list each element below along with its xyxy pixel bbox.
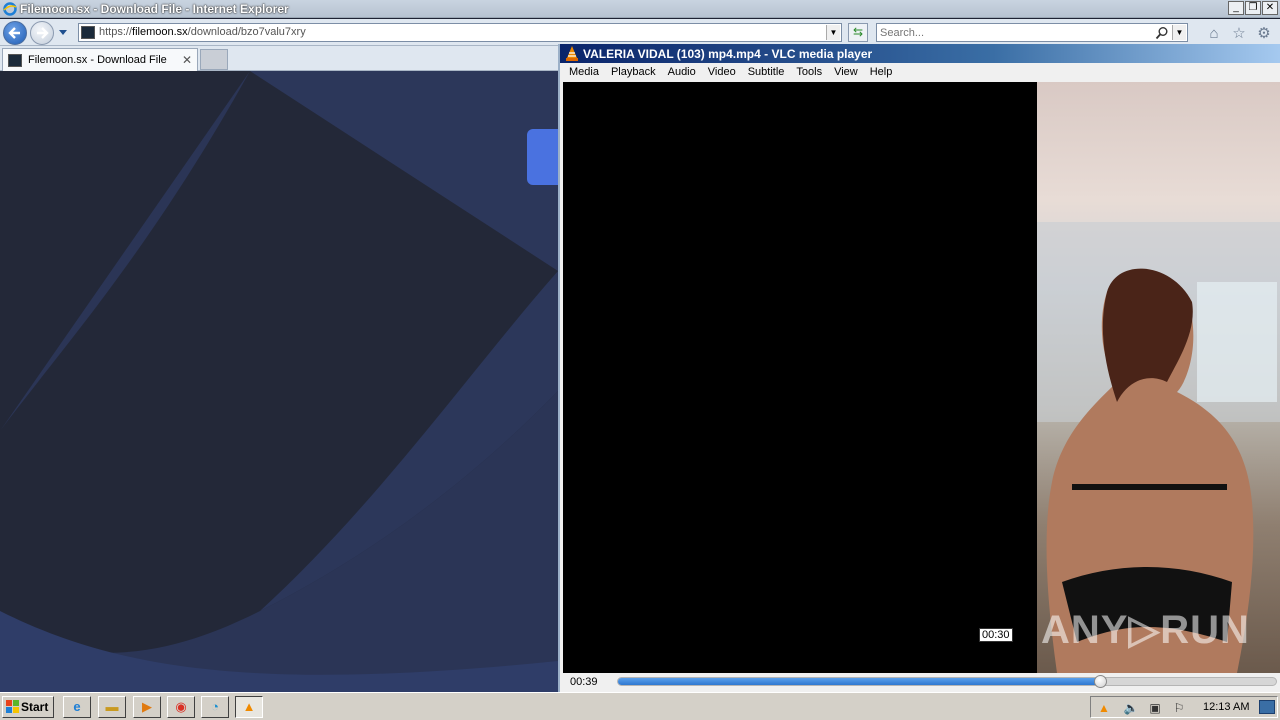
tray-volume-icon[interactable]: 🔈	[1123, 700, 1139, 716]
menu-subtitle[interactable]: Subtitle	[742, 63, 791, 82]
restore-button[interactable]: ❐	[1245, 1, 1261, 15]
search-box[interactable]: ▼	[876, 23, 1188, 42]
address-bar[interactable]: https://filemoon.sx/download/bzo7valu7xr…	[78, 23, 842, 42]
search-input[interactable]	[880, 25, 1160, 40]
minimize-button[interactable]: _	[1228, 1, 1244, 15]
start-button[interactable]: Start	[2, 696, 54, 718]
vlc-controls: 00:39	[560, 673, 1280, 692]
seek-bar-fill	[618, 678, 1101, 685]
taskbar-internet-explorer-icon[interactable]: e	[63, 696, 91, 718]
ie-tab-bar: Filemoon.sx - Download File ✕	[0, 46, 560, 71]
tools-gear-icon[interactable]: ⚙	[1255, 25, 1273, 43]
taskbar-clock[interactable]: 12:13 AM	[1203, 701, 1249, 713]
page-content	[0, 71, 558, 692]
vlc-cone-icon	[566, 46, 578, 61]
taskbar-media-player-icon[interactable]: ▶	[133, 696, 161, 718]
vlc-title-bar: VALERIA VIDAL (103) mp4.mp4 - VLC media …	[560, 44, 1280, 63]
back-arrow-icon	[8, 27, 20, 39]
taskbar-edge-icon[interactable]: ◔	[201, 696, 229, 718]
menu-media[interactable]: Media	[563, 63, 605, 82]
tab-favicon-icon	[8, 54, 22, 67]
compatibility-refresh-icon[interactable]: ⇆	[848, 23, 868, 42]
address-url[interactable]: https://filemoon.sx/download/bzo7valu7xr…	[99, 26, 306, 38]
video-frame-image	[1037, 82, 1280, 673]
taskbar-file-explorer-icon[interactable]: ▬	[98, 696, 126, 718]
page-background-waves	[0, 71, 558, 692]
show-desktop-icon[interactable]	[1259, 700, 1275, 714]
search-icon[interactable]	[1155, 26, 1169, 40]
tab-label: Filemoon.sx - Download File	[28, 54, 167, 66]
windows-logo-icon	[6, 700, 19, 713]
address-dropdown-icon[interactable]: ▼	[826, 25, 840, 40]
seek-bar[interactable]	[617, 677, 1277, 686]
home-icon[interactable]: ⌂	[1205, 25, 1223, 43]
menu-tools[interactable]: Tools	[790, 63, 828, 82]
elapsed-time: 00:39	[570, 676, 598, 688]
tray-vlc-icon[interactable]: ▲	[1096, 700, 1112, 716]
close-button[interactable]: ✕	[1262, 1, 1278, 15]
anyrun-watermark: ANY▷RUN	[1041, 608, 1250, 652]
menu-audio[interactable]: Audio	[662, 63, 702, 82]
video-figure-silhouette	[1037, 222, 1280, 673]
menu-help[interactable]: Help	[864, 63, 899, 82]
tab-close-icon[interactable]: ✕	[182, 53, 192, 67]
recent-pages-dropdown-icon[interactable]	[58, 27, 68, 37]
taskbar-vlc-icon[interactable]: ▲	[235, 696, 263, 718]
page-side-button[interactable]	[527, 129, 558, 185]
ie-window-title: Filemoon.sx - Download File - Internet E…	[20, 2, 289, 16]
seek-handle[interactable]	[1093, 675, 1107, 688]
forward-arrow-icon	[37, 27, 49, 39]
video-area[interactable]: 00:30 ANY▷RUN	[563, 82, 1280, 673]
search-dropdown-icon[interactable]: ▼	[1172, 25, 1186, 40]
tray-network-icon[interactable]: ▣	[1147, 700, 1163, 716]
menu-playback[interactable]: Playback	[605, 63, 662, 82]
forward-button[interactable]	[30, 21, 54, 45]
ie-title-bar: Filemoon.sx - Download File - Internet E…	[0, 0, 1280, 18]
start-label: Start	[21, 700, 49, 714]
back-button[interactable]	[3, 21, 27, 45]
system-tray: ▲ 🔈 ▣ ⚐ 12:13 AM	[1090, 696, 1278, 718]
vlc-window-title: VALERIA VIDAL (103) mp4.mp4 - VLC media …	[583, 47, 873, 61]
ie-navigation-bar: https://filemoon.sx/download/bzo7valu7xr…	[0, 19, 1280, 46]
taskbar-chrome-icon[interactable]: ◉	[167, 696, 195, 718]
menu-video[interactable]: Video	[702, 63, 742, 82]
tray-action-center-flag-icon[interactable]: ⚐	[1171, 700, 1187, 716]
menu-view[interactable]: View	[828, 63, 864, 82]
taskbar: Start e ▬ ▶ ◉ ◔ ▲ ▲ 🔈 ▣ ⚐ 12:13 AM	[0, 692, 1280, 720]
seek-time-tooltip: 00:30	[979, 628, 1013, 642]
internet-explorer-icon	[3, 2, 17, 16]
vlc-window: VALERIA VIDAL (103) mp4.mp4 - VLC media …	[558, 44, 1280, 692]
new-tab-button[interactable]	[200, 49, 228, 70]
tab-filemoon[interactable]: Filemoon.sx - Download File ✕	[2, 48, 198, 71]
vlc-menu-bar: Media Playback Audio Video Subtitle Tool…	[560, 63, 1280, 82]
favorites-star-icon[interactable]: ☆	[1230, 25, 1248, 43]
site-favicon-icon	[81, 26, 95, 39]
